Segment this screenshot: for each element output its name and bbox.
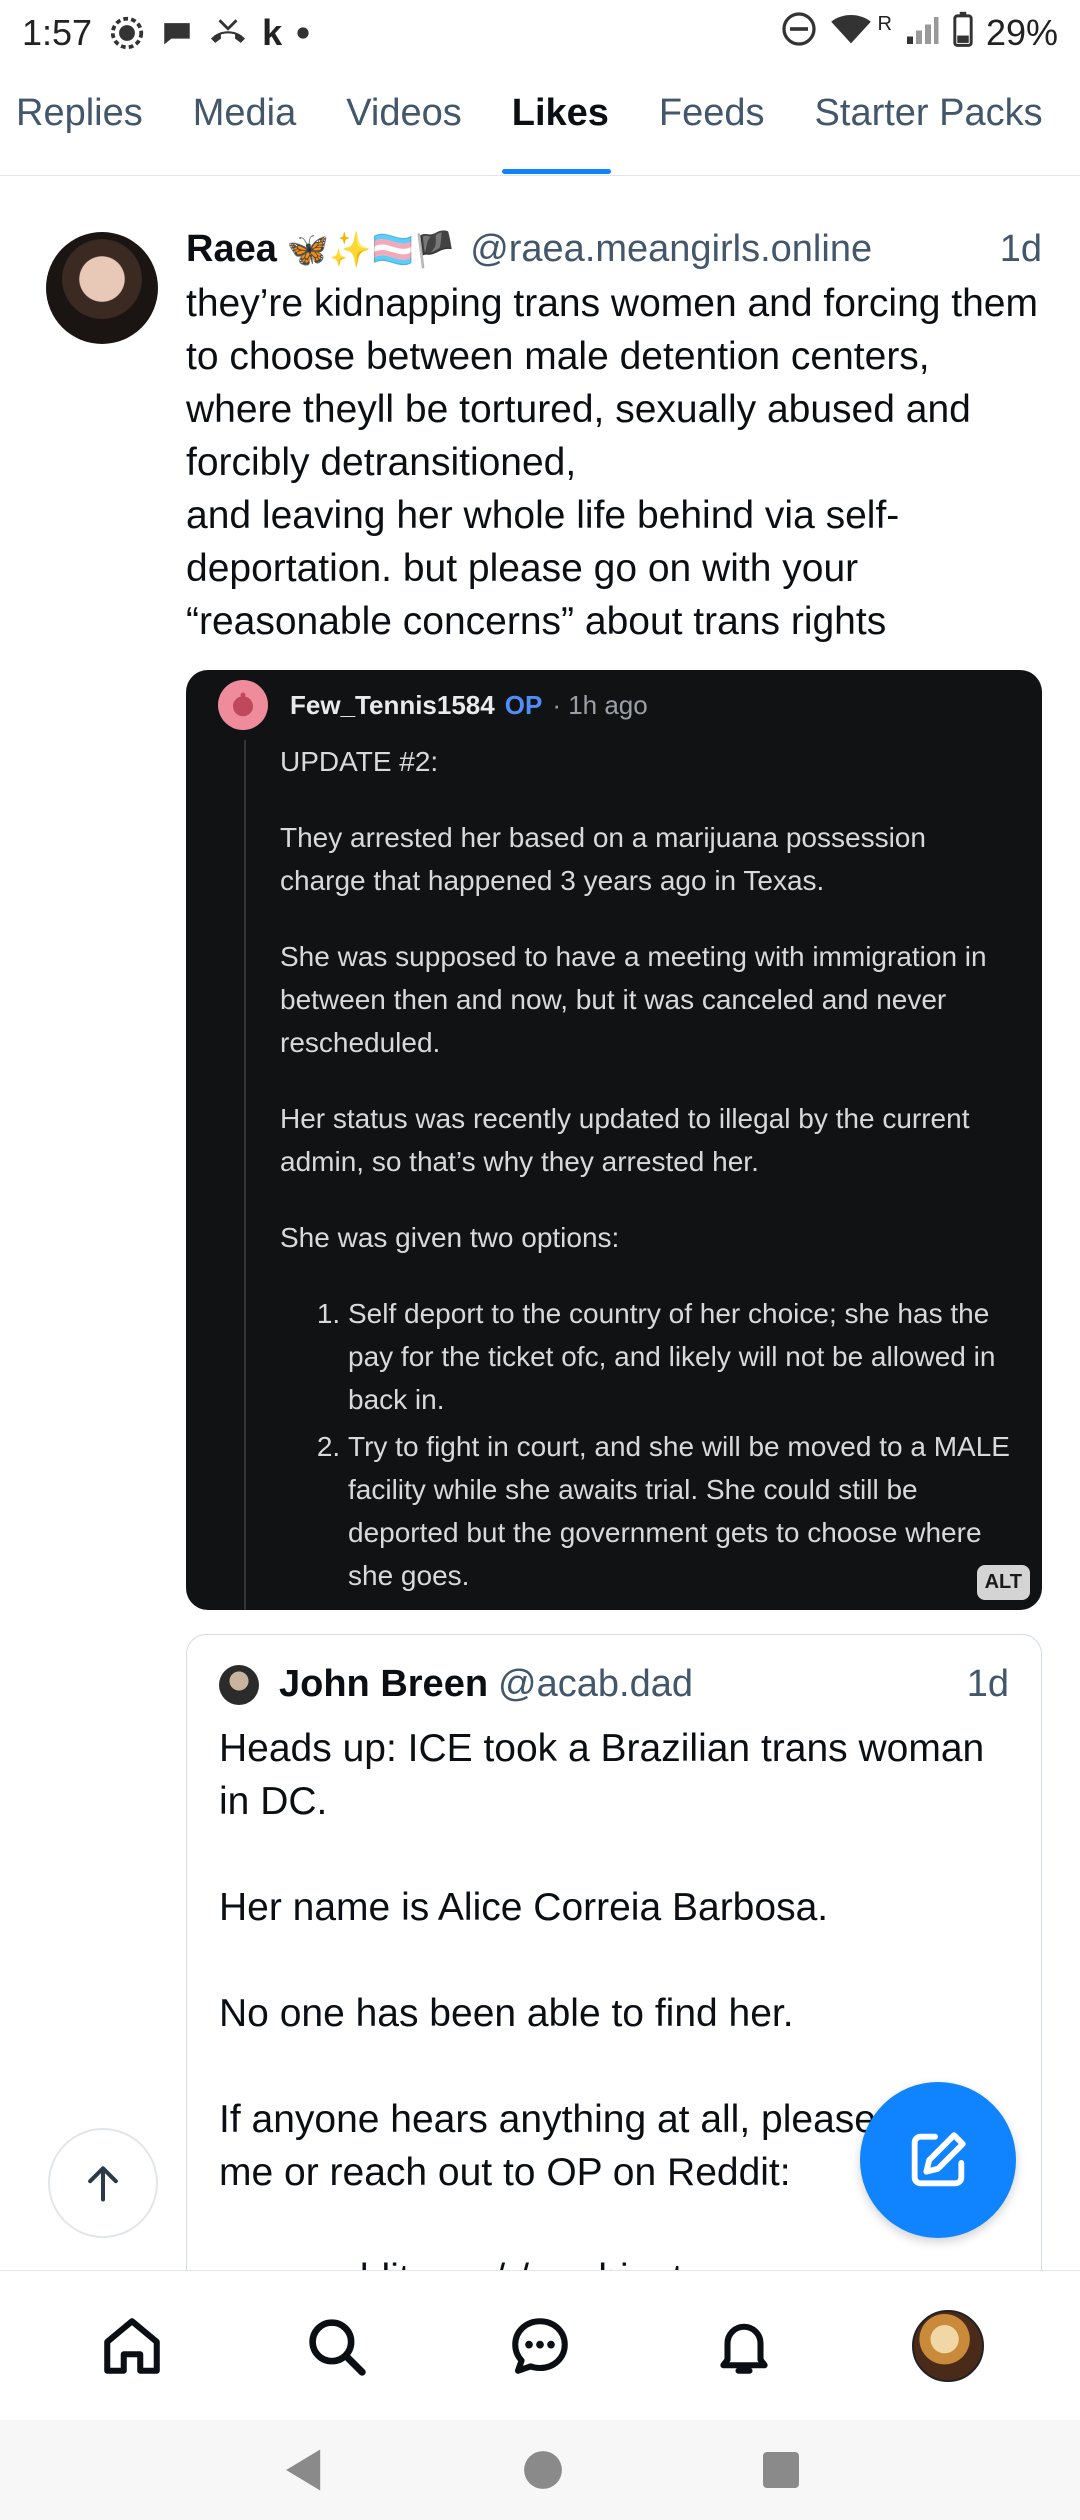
post-text: they’re kidnapping trans women and forci… [186,282,1038,643]
reddit-paragraph: She was supposed to have a meeting with … [280,941,987,1058]
reddit-op-badge: OP [504,689,543,720]
quote-time: 1d [966,1663,1009,1705]
tab-likes[interactable]: Likes [501,66,635,174]
post-body: Raea 🦋✨🏳️‍⚧️🏴 @raea.meangirls.online 1d … [186,204,1042,2270]
reddit-options-list: Self deport to the country of her choice… [280,1292,1014,1597]
search-icon [309,2318,366,2376]
compose-button[interactable] [860,2082,1016,2238]
battery-icon [952,11,974,56]
dot-icon [296,26,310,40]
k-letter: k [262,12,283,53]
nav-search[interactable] [281,2291,391,2401]
status-time: 1:57 [22,12,93,53]
author-avatar[interactable] [46,232,158,344]
quote-author-name[interactable]: John Breen [279,1663,488,1706]
status-bar: 1:57 k R 29% [0,0,1080,66]
profile-tabs: Replies Media Videos Likes Feeds Starter… [0,66,1080,176]
quote-avatar[interactable] [219,1664,259,1705]
arrow-up-icon [88,2166,118,2202]
battery-percent: 29% [985,12,1058,53]
reddit-username: Few_Tennis1584 [290,689,495,720]
tab-videos[interactable]: Videos [346,66,488,174]
post-time: 1d [999,228,1042,270]
reddit-avatar-icon [218,680,268,730]
tab-feeds[interactable]: Feeds [659,66,791,174]
home-icon [104,2317,160,2374]
tab-media[interactable]: Media [193,66,323,174]
wifi-icon [829,11,873,56]
reddit-paragraph: Her status was recently updated to illeg… [280,1103,970,1177]
missed-call-icon [208,16,248,50]
home-circle-icon[interactable] [522,2449,564,2491]
nav-notifications[interactable] [689,2291,799,2401]
nav-profile[interactable] [893,2291,1003,2401]
signal-app-icon [108,14,146,52]
system-nav-bar [0,2420,1080,2520]
name-emojis: 🦋✨🏳️‍⚧️🏴 [286,231,457,269]
author-handle[interactable]: @raea.meangirls.online [470,228,872,271]
reddit-paragraph: They arrested her based on a marijuana p… [280,822,926,896]
dnd-icon [781,11,817,56]
nav-chat[interactable] [485,2291,595,2401]
nav-home[interactable] [77,2291,187,2401]
roaming-label: R [877,12,892,35]
scroll-to-top-button[interactable] [48,2128,158,2238]
post-header: Raea 🦋✨🏳️‍⚧️🏴 @raea.meangirls.online 1d [186,228,1042,271]
reddit-list-item: Try to fight in court, and she will be m… [348,1425,1014,1597]
reddit-header: Few_Tennis1584 OP · 1h ago [186,670,1042,740]
cell-signal-icon [904,11,940,56]
bottom-nav [0,2270,1080,2420]
post-item[interactable]: Raea 🦋✨🏳️‍⚧️🏴 @raea.meangirls.online 1d … [0,176,1080,2270]
author-name[interactable]: Raea [186,228,277,271]
tab-starter-packs[interactable]: Starter Packs [815,66,1069,174]
chat-icon [512,2317,568,2374]
alt-text-badge[interactable]: ALT [976,1565,1030,1600]
quote-author-handle[interactable]: @acab.dad [498,1663,693,1706]
quote-header: John Breen @acab.dad 1d [219,1663,1009,1706]
pencil-square-icon [911,2132,966,2187]
bell-icon [720,2323,768,2374]
reddit-list-item: Self deport to the country of her choice… [348,1292,1014,1421]
likes-feed[interactable]: Raea 🦋✨🏳️‍⚧️🏴 @raea.meangirls.online 1d … [0,176,1080,2270]
tab-replies[interactable]: Replies [16,66,169,174]
embedded-image[interactable]: Few_Tennis1584 OP · 1h ago UPDATE #2: Th… [186,670,1042,1610]
back-icon[interactable] [279,2445,325,2495]
reddit-paragraph: She was given two options: [280,1222,620,1253]
reddit-time: · 1h ago [552,689,648,720]
profile-avatar [912,2309,984,2382]
message-icon [160,16,194,50]
reddit-comment-body: UPDATE #2: They arrested her based on a … [244,740,1014,1610]
recents-icon[interactable] [761,2450,801,2490]
reddit-paragraph: UPDATE #2: [280,746,439,777]
